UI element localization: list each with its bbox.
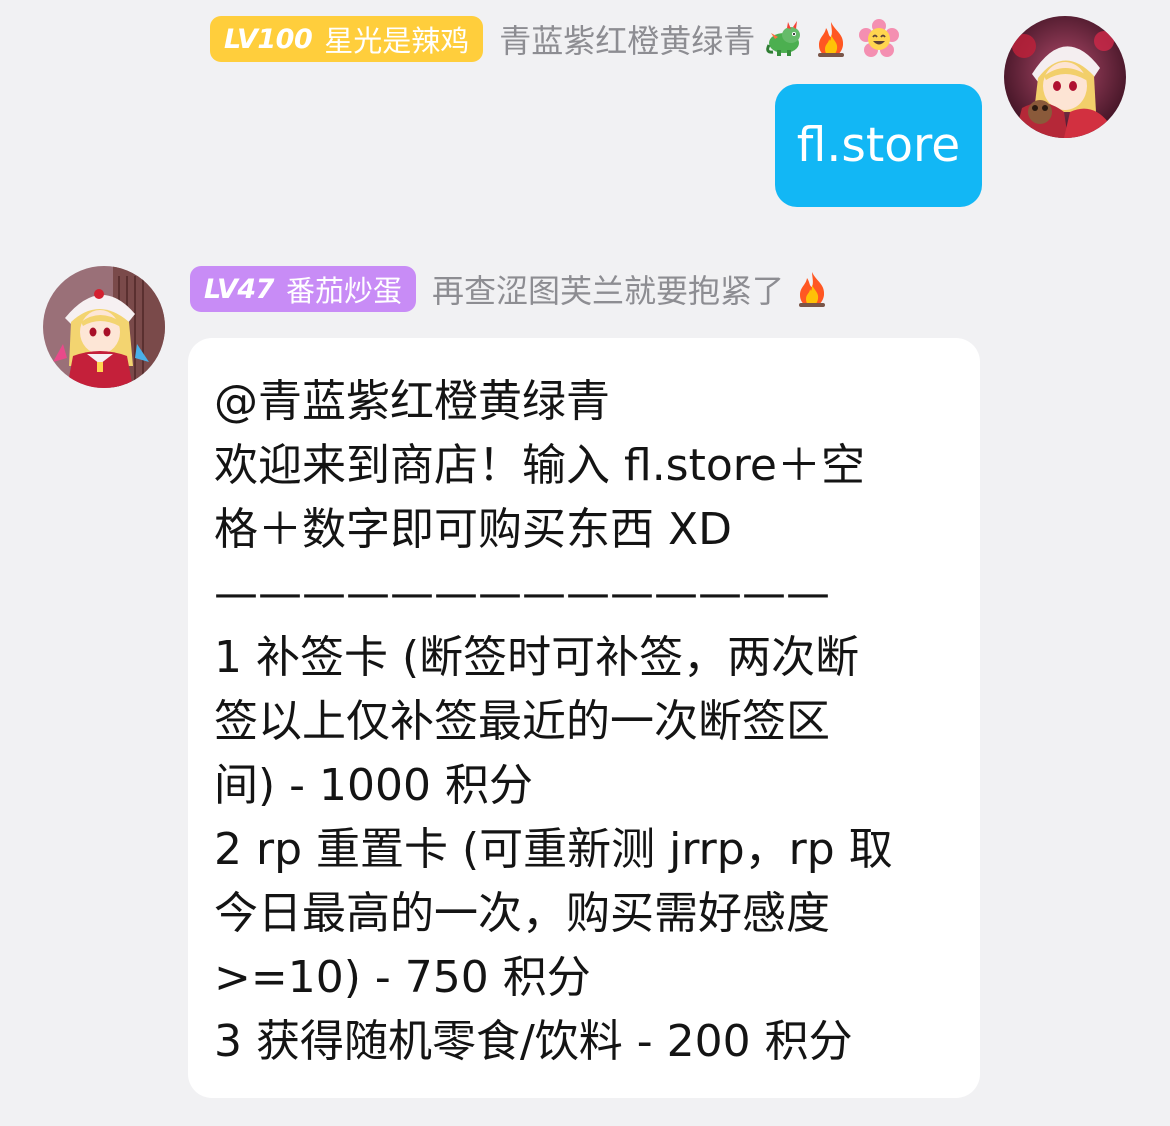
fire-icon — [792, 269, 832, 309]
self-message-bubble[interactable]: fl.store — [775, 84, 982, 207]
avatar-anime-girl-icon — [1004, 16, 1126, 138]
smiling-flower-icon — [859, 19, 900, 59]
shop-item-line: 1 补签卡 (断签时可补签，两次断 — [214, 632, 860, 683]
shop-item-line: 2 rp 重置卡 (可重新测 jrrp，rp 取 — [214, 824, 893, 875]
shop-item-line: >=10) - 750 积分 — [214, 952, 591, 1003]
member-title: 再查涩图芙兰就要抱紧了 — [431, 272, 784, 310]
self-avatar[interactable] — [1004, 16, 1126, 138]
chat-window: LV100 星光是辣鸡 青蓝紫红橙黄绿青 fl.store LV47 番茄炒蛋 … — [0, 0, 1170, 1126]
message-line: 格＋数字即可购买东西 XD — [214, 504, 733, 555]
message-line: 欢迎来到商店！输入 fl.store＋空 — [214, 440, 865, 491]
shop-item-line: 今日最高的一次，购买需好感度 — [214, 888, 830, 939]
bot-message-header: LV47 番茄炒蛋 再查涩图芙兰就要抱紧了 — [190, 266, 832, 312]
fire-icon — [811, 19, 851, 59]
message-line-mention[interactable]: @青蓝紫红橙黄绿青 — [214, 370, 954, 434]
shop-item-line: 间) - 1000 积分 — [214, 760, 533, 811]
level-label: LV47 — [204, 273, 274, 305]
avatar-anime-girl-icon — [43, 266, 165, 388]
dragon-icon — [763, 19, 803, 59]
level-label: LV100 — [224, 23, 313, 55]
level-badge[interactable]: LV47 番茄炒蛋 — [190, 266, 416, 312]
member-title: 青蓝紫红橙黄绿青 — [499, 22, 756, 60]
bot-message-bubble[interactable]: @青蓝紫红橙黄绿青 欢迎来到商店！输入 fl.store＋空 格＋数字即可购买东… — [188, 338, 980, 1098]
message-divider: —————————————— — [214, 568, 830, 619]
message-text: fl.store — [796, 118, 961, 173]
shop-item-line: 签以上仅补签最近的一次断签区 — [214, 696, 830, 747]
self-message-header: LV100 星光是辣鸡 青蓝紫红橙黄绿青 — [210, 16, 900, 62]
nickname: 番茄炒蛋 — [285, 274, 402, 308]
nickname: 星光是辣鸡 — [324, 24, 470, 58]
level-badge[interactable]: LV100 星光是辣鸡 — [210, 16, 484, 62]
bot-avatar[interactable] — [43, 266, 165, 388]
shop-item-line: 3 获得随机零食/饮料 - 200 积分 — [214, 1016, 853, 1067]
